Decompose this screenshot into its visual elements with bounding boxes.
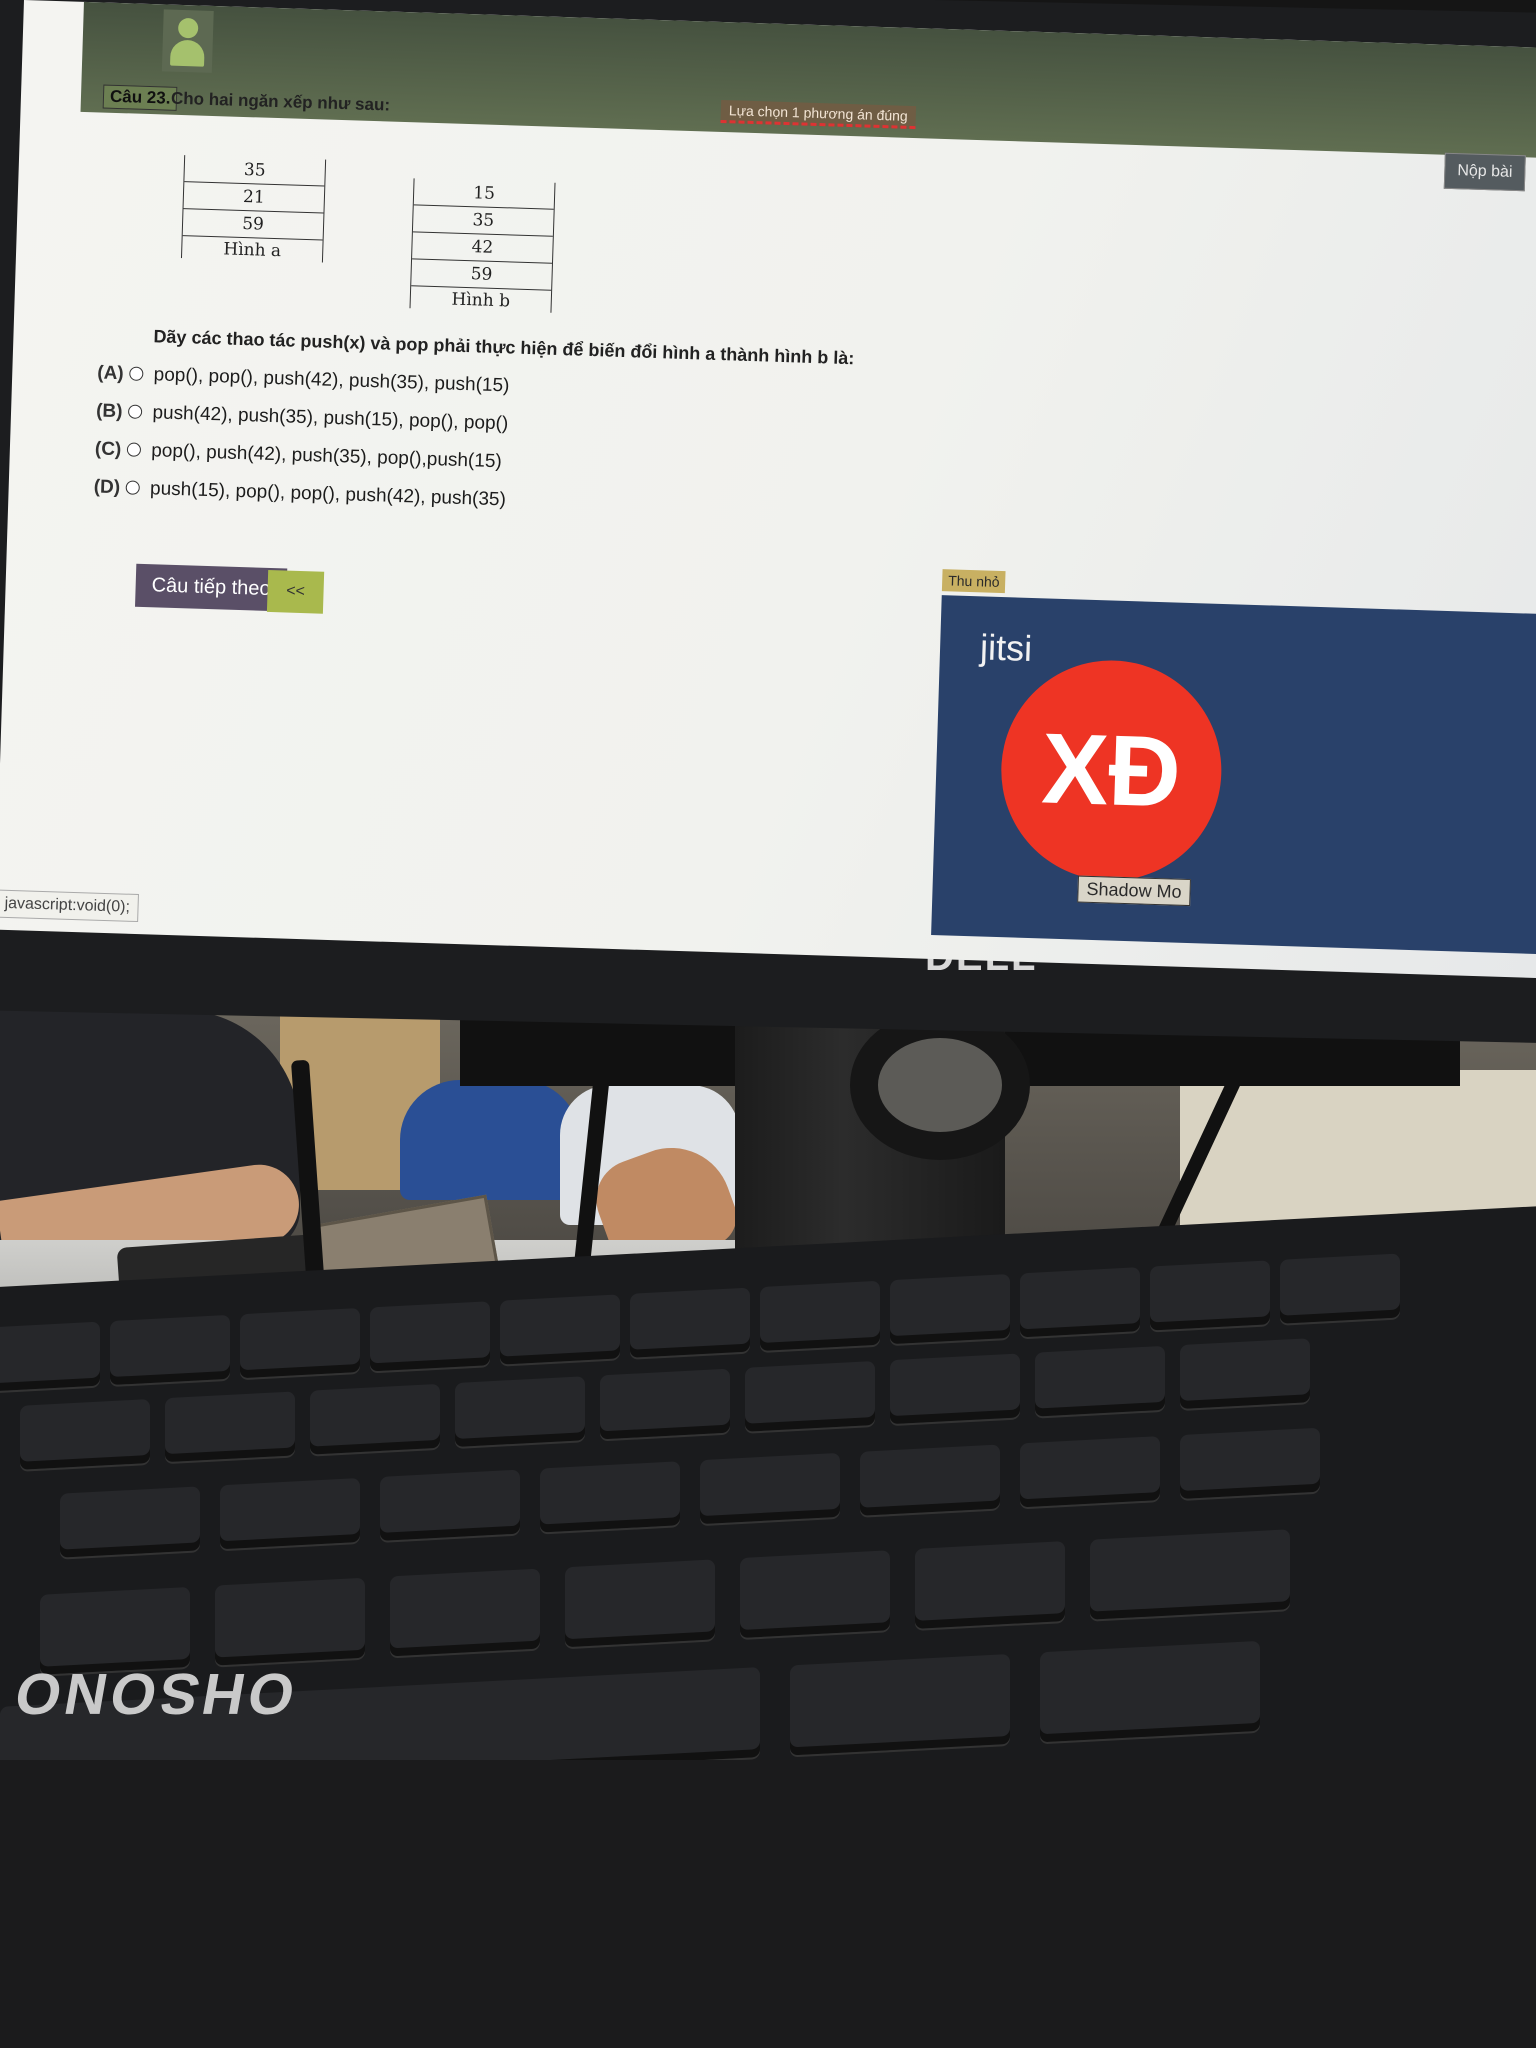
key: [760, 1280, 880, 1352]
option-key: (D): [93, 476, 121, 499]
jitsi-logo: jitsi: [979, 626, 1033, 669]
keyboard-brand: OHSONO: [6, 1661, 300, 1726]
option-text: pop(), pop(), push(42), push(35), push(1…: [153, 364, 510, 397]
key: [915, 1541, 1065, 1629]
key: [1090, 1529, 1290, 1620]
key: [890, 1353, 1020, 1425]
key: [240, 1307, 360, 1379]
monitor-stand-cable-hole: [850, 1010, 1030, 1160]
key: [1035, 1345, 1165, 1417]
key: [790, 1653, 1010, 1756]
key: [20, 1398, 150, 1470]
monitor-screen: Lựa chọn 1 phương án đúng Nộp bài Câu 23…: [0, 0, 1536, 979]
key: [745, 1360, 875, 1432]
desk-front: [0, 1760, 1536, 2048]
key: [1040, 1640, 1260, 1743]
question-instruction: Dãy các thao tác push(x) và pop phải thự…: [153, 326, 855, 369]
key: [500, 1294, 620, 1365]
key: [215, 1577, 365, 1666]
key: [310, 1383, 440, 1455]
key: [110, 1314, 230, 1386]
key: [540, 1461, 680, 1533]
submit-button[interactable]: Nộp bài: [1443, 152, 1527, 192]
radio-button[interactable]: [129, 366, 144, 381]
radio-button[interactable]: [128, 404, 143, 419]
key: [0, 1321, 100, 1392]
stack-a-cell: 59: [182, 209, 324, 241]
key: [565, 1559, 715, 1648]
key: [1280, 1253, 1400, 1324]
option-key: (A): [96, 362, 125, 385]
key: [1020, 1267, 1140, 1338]
question-number: Câu 23.: [102, 84, 178, 111]
photo-scene: OHSONO DELL Lựa chọn 1 phương án đúng Nộ…: [0, 0, 1536, 2048]
key: [740, 1550, 890, 1639]
shadow-mode-label[interactable]: Shadow Mo: [1077, 875, 1192, 907]
key: [630, 1287, 750, 1358]
key: [60, 1486, 200, 1558]
key: [455, 1376, 585, 1448]
key: [1180, 1427, 1320, 1500]
option-text: push(42), push(35), push(15), pop(), pop…: [152, 402, 509, 435]
key: [1150, 1260, 1270, 1331]
stack-a-caption: Hình a: [223, 239, 282, 262]
answer-option-b[interactable]: (B) push(42), push(35), push(15), pop(), …: [96, 400, 509, 435]
option-text: push(15), pop(), pop(), push(42), push(3…: [149, 478, 507, 511]
user-icon-head: [177, 17, 199, 39]
user-icon-body: [170, 39, 205, 67]
answer-option-a[interactable]: (A) pop(), pop(), push(42), push(35), pus…: [97, 362, 510, 397]
key: [370, 1301, 490, 1372]
stack-b-cell: 59: [411, 259, 552, 291]
stack-figure-b: 15 35 42 59 Hình b: [409, 178, 556, 313]
key: [700, 1452, 840, 1525]
key: [600, 1368, 730, 1440]
stack-b-caption: Hình b: [451, 289, 511, 312]
option-key: (C): [94, 438, 122, 461]
key: [220, 1477, 360, 1550]
stack-figure-a: 35 21 59 Hình a: [180, 155, 327, 263]
answer-option-d[interactable]: (D) push(15), pop(), pop(), push(42), pus…: [93, 476, 506, 511]
next-question-button[interactable]: Câu tiếp theo: [134, 563, 288, 612]
radio-button[interactable]: [125, 480, 141, 495]
radio-button[interactable]: [127, 442, 142, 457]
user-avatar: [161, 9, 214, 73]
blue-chair: [400, 1080, 580, 1200]
key: [860, 1444, 1000, 1516]
key: [890, 1273, 1010, 1345]
key: [1180, 1338, 1310, 1410]
key: [380, 1469, 520, 1541]
key: [1020, 1436, 1160, 1508]
browser-status-bar: javascript:void(0);: [0, 889, 140, 923]
answer-option-c[interactable]: (C) pop(), push(42), push(35), pop(),push…: [94, 438, 503, 473]
video-call-panel: jitsi XĐ Shadow Mo: [931, 595, 1536, 956]
option-key: (B): [95, 400, 123, 423]
key: [390, 1568, 540, 1657]
minimize-video-button[interactable]: Thu nhỏ: [941, 569, 1006, 594]
option-text: pop(), push(42), push(35), pop(),push(15…: [150, 440, 503, 473]
key: [165, 1391, 295, 1463]
previous-question-button[interactable]: <<: [266, 569, 325, 614]
participant-avatar: XĐ: [997, 657, 1225, 884]
